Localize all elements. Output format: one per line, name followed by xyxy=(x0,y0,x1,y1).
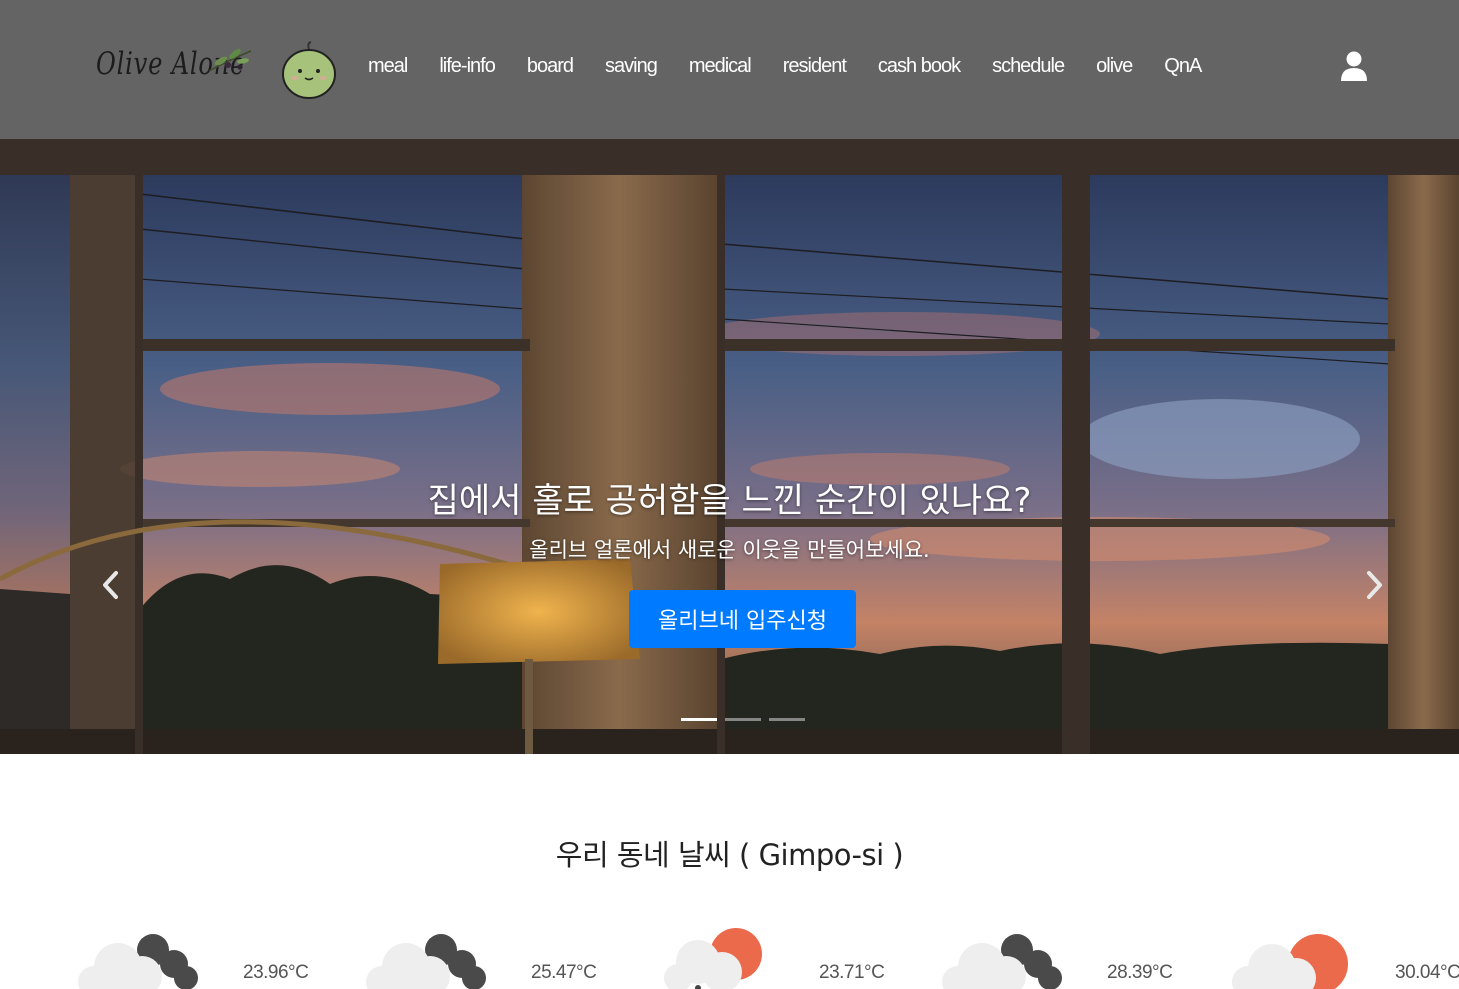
main-menu: meal life-info board saving medical resi… xyxy=(352,48,1217,84)
nav-item-medical[interactable]: medical xyxy=(673,55,767,78)
carousel-prev-chevron-left-icon[interactable] xyxy=(100,570,122,600)
hero-background-image xyxy=(0,139,1459,754)
apply-residency-button[interactable]: 올리브네 입주신청 xyxy=(629,590,856,648)
dark-cloud-icon xyxy=(78,934,198,989)
nav-item-schedule[interactable]: schedule xyxy=(976,55,1080,78)
carousel-indicator-3[interactable] xyxy=(769,718,805,721)
weather-temp-1: 23.96°C xyxy=(243,962,309,983)
dark-cloud-icon xyxy=(942,934,1062,989)
navbar: Olive Alone meal life-info board saving … xyxy=(0,0,1459,139)
weather-section-title: 우리 동네 날씨 ( Gimpo-si ) xyxy=(555,838,904,872)
sun-cloud-icon xyxy=(1232,934,1348,989)
carousel-indicator-1[interactable] xyxy=(681,718,717,721)
sun-cloud-icon xyxy=(664,928,762,989)
dark-cloud-icon xyxy=(366,934,486,989)
weather-day-5: 30.04°C xyxy=(1228,922,1459,989)
carousel-next-chevron-right-icon[interactable] xyxy=(1363,570,1385,600)
weather-day-4: 28.39°C xyxy=(940,922,1220,989)
nav-item-life-info[interactable]: life-info xyxy=(423,55,510,78)
weather-temp-2: 25.47°C xyxy=(531,962,597,983)
hero-title: 집에서 홀로 공허함을 느낀 순간이 있나요? xyxy=(427,481,1032,521)
olive-branch-icon xyxy=(208,48,252,72)
nav-item-resident[interactable]: resident xyxy=(767,55,862,78)
user-icon[interactable] xyxy=(1340,50,1368,82)
nav-item-qna[interactable]: QnA xyxy=(1148,55,1217,78)
weather-temp-3: 23.71°C xyxy=(819,962,885,983)
nav-item-olive[interactable]: olive xyxy=(1080,55,1148,78)
weather-day-2: 25.47°C xyxy=(364,922,644,989)
nav-item-meal[interactable]: meal xyxy=(352,55,423,78)
nav-item-cash-book[interactable]: cash book xyxy=(862,55,976,78)
hero-subtitle: 올리브 얼론에서 새로운 이웃을 만들어보세요. xyxy=(529,538,930,562)
weather-temp-5: 30.04°C xyxy=(1395,962,1459,983)
weather-temp-4: 28.39°C xyxy=(1107,962,1173,983)
carousel-indicators xyxy=(681,718,813,721)
hero-carousel xyxy=(0,139,1459,754)
weather-day-3: 23.71°C xyxy=(664,922,944,989)
carousel-indicator-2[interactable] xyxy=(725,718,761,721)
olive-mascot-icon[interactable] xyxy=(280,41,338,101)
nav-item-saving[interactable]: saving xyxy=(589,55,673,78)
weather-day-1: 23.96°C xyxy=(76,922,356,989)
nav-item-board[interactable]: board xyxy=(511,55,589,78)
